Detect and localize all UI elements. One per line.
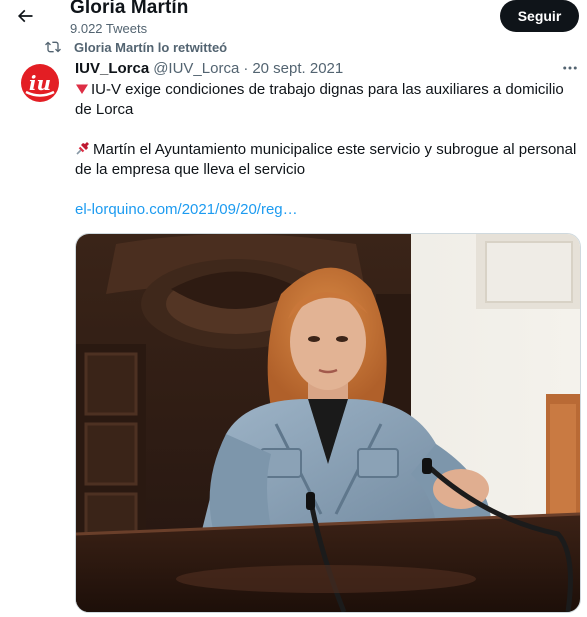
arrow-left-icon xyxy=(17,9,33,23)
author-handle[interactable]: @IUV_Lorca xyxy=(153,60,239,77)
retweet-label[interactable]: Gloria Martín lo retwitteó xyxy=(74,40,227,55)
iu-logo-icon: iu xyxy=(16,59,64,107)
profile-header: Gloria Martín 9.022 Tweets Seguir xyxy=(0,0,587,40)
tweet-count: 9.022 Tweets xyxy=(70,21,148,36)
tweet-text: IU-V exige condiciones de trabajo dignas… xyxy=(75,80,582,180)
more-horizontal-icon xyxy=(563,66,577,70)
back-button[interactable] xyxy=(8,0,42,32)
tweet-date[interactable]: 20 sept. 2021 xyxy=(252,60,343,77)
author-name[interactable]: IUV_Lorca xyxy=(75,60,149,77)
tweet-paragraph-1-text: IU-V exige condiciones de trabajo dignas… xyxy=(75,81,564,118)
tweet-paragraph-2: Martín el Ayuntamiento municipalice este… xyxy=(75,140,582,180)
avatar[interactable]: iu xyxy=(16,59,64,107)
pushpin-emoji xyxy=(76,142,89,155)
red-triangle-down-emoji xyxy=(76,84,88,94)
retweet-context: Gloria Martín lo retwitteó xyxy=(44,38,227,56)
follow-button[interactable]: Seguir xyxy=(500,0,579,32)
retweet-icon xyxy=(45,41,61,53)
more-options-button[interactable] xyxy=(557,58,583,78)
photo-illustration xyxy=(76,234,580,612)
article-link[interactable]: el-lorquino.com/2021/09/20/reg… xyxy=(75,201,298,218)
page-title: Gloria Martín xyxy=(70,0,189,18)
avatar-logo-text: iu xyxy=(29,71,51,95)
tweet-photo[interactable] xyxy=(75,233,581,613)
meta-separator: · xyxy=(243,59,249,77)
tweet-paragraph-2-text: Martín el Ayuntamiento municipalice este… xyxy=(75,141,577,178)
tweet-meta: IUV_Lorca @IUV_Lorca · 20 sept. 2021 xyxy=(75,59,343,77)
tweet-paragraph-1: IU-V exige condiciones de trabajo dignas… xyxy=(75,80,582,120)
